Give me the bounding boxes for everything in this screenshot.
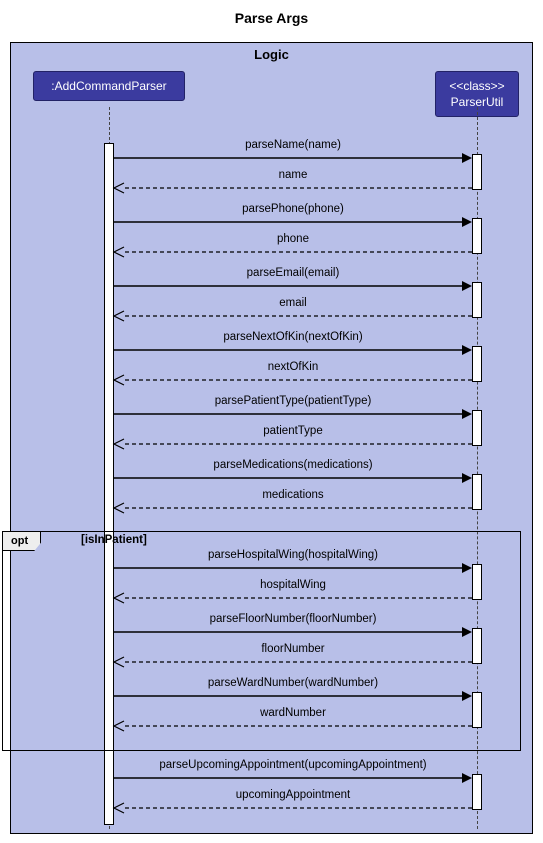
return-arrow <box>114 719 472 733</box>
activation-right <box>472 628 482 664</box>
activation-right <box>472 218 482 254</box>
activation-right <box>472 410 482 446</box>
return-arrow <box>114 181 472 195</box>
diagram-title: Parse Args <box>0 0 543 32</box>
msg-label-call-3: parseNextOfKin(nextOfKin) <box>115 331 471 343</box>
call-arrow <box>114 151 472 165</box>
activation-right <box>472 692 482 728</box>
msg-label-call-1: parsePhone(phone) <box>115 203 471 215</box>
return-arrow <box>114 591 472 605</box>
participant-addcommandparser: :AddCommandParser <box>33 71 185 101</box>
opt-label: opt <box>3 532 41 551</box>
msg-label-ret-0: name <box>115 169 471 181</box>
frame-label: Logic <box>11 43 532 66</box>
participant-right-stereo: <<class>> <box>449 79 504 93</box>
msg-label-ret-5: medications <box>115 489 471 501</box>
call-arrow <box>114 279 472 293</box>
return-arrow <box>114 245 472 259</box>
msg-label-call-0: parseName(name) <box>115 139 471 151</box>
call-arrow <box>114 407 472 421</box>
msg-label-call-8: parseWardNumber(wardNumber) <box>115 677 471 689</box>
return-arrow <box>114 309 472 323</box>
msg-label-ret-3: nextOfKin <box>115 361 471 373</box>
msg-label-ret-2: email <box>115 297 471 309</box>
return-arrow <box>114 437 472 451</box>
msg-label-call-4: parsePatientType(patientType) <box>115 395 471 407</box>
call-arrow <box>114 561 472 575</box>
return-arrow <box>114 373 472 387</box>
msg-label-call-5: parseMedications(medications) <box>115 459 471 471</box>
call-arrow <box>114 343 472 357</box>
call-arrow <box>114 689 472 703</box>
msg-label-ret-1: phone <box>115 233 471 245</box>
return-arrow <box>114 655 472 669</box>
activation-right <box>472 474 482 510</box>
msg-label-ret-7: floorNumber <box>115 643 471 655</box>
msg-label-call-7: parseFloorNumber(floorNumber) <box>115 613 471 625</box>
msg-label-call-2: parseEmail(email) <box>115 267 471 279</box>
call-arrow <box>114 771 472 785</box>
call-arrow <box>114 215 472 229</box>
return-arrow <box>114 501 472 515</box>
msg-label-call-9: parseUpcomingAppointment(upcomingAppoint… <box>115 759 471 771</box>
activation-right <box>472 154 482 190</box>
activation-right <box>472 774 482 810</box>
msg-label-call-6: parseHospitalWing(hospitalWing) <box>115 549 471 561</box>
logic-frame: Logic :AddCommandParser <<class>> Parser… <box>10 42 533 834</box>
call-arrow <box>114 471 472 485</box>
msg-label-ret-9: upcomingAppointment <box>115 789 471 801</box>
activation-left <box>104 143 114 825</box>
participant-left-label: :AddCommandParser <box>51 79 166 93</box>
return-arrow <box>114 801 472 815</box>
msg-label-ret-6: hospitalWing <box>115 579 471 591</box>
msg-label-ret-4: patientType <box>115 425 471 437</box>
msg-label-ret-8: wardNumber <box>115 707 471 719</box>
activation-right <box>472 346 482 382</box>
activation-right <box>472 564 482 600</box>
call-arrow <box>114 625 472 639</box>
activation-right <box>472 282 482 318</box>
